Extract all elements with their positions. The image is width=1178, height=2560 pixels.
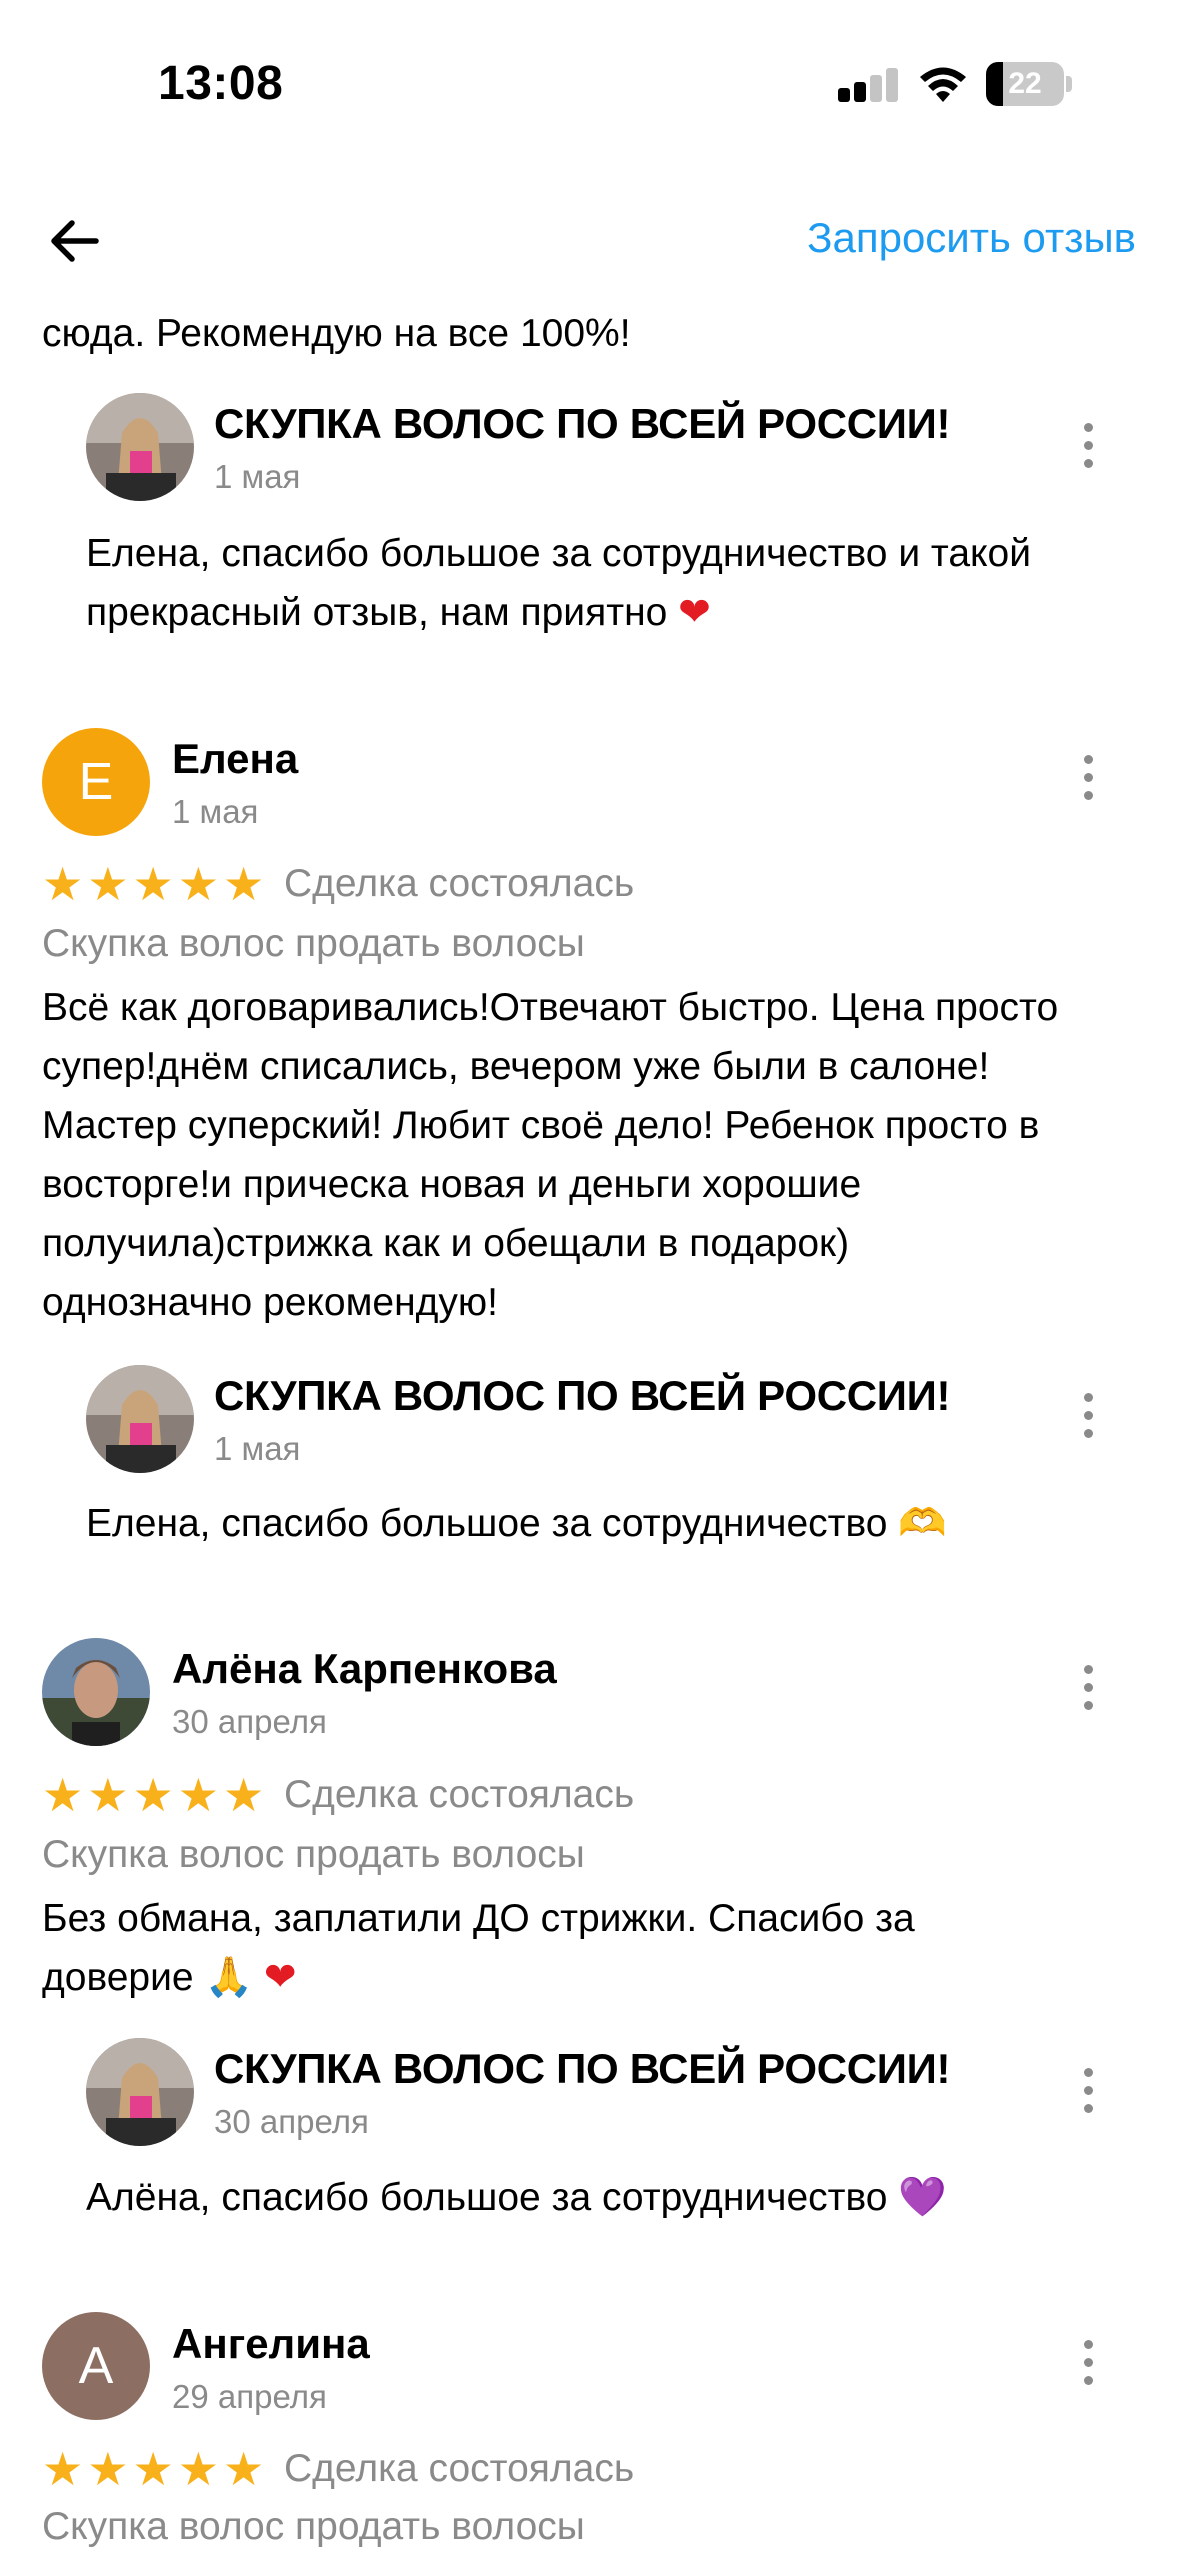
avatar: Е <box>42 728 150 836</box>
reply-more-icon[interactable] <box>1078 423 1098 473</box>
rating-stars: ★★★★★ <box>42 2443 265 2495</box>
service-name: Скупка волос продать волосы <box>42 2505 585 2548</box>
status-time: 13:08 <box>158 57 284 110</box>
request-review-button[interactable]: Запросить отзыв <box>807 214 1136 262</box>
review-more-icon[interactable] <box>1078 2340 1098 2390</box>
reply-date: 1 мая <box>214 458 301 495</box>
review-author: Алёна Карпенкова <box>172 1645 557 1692</box>
review-text-tail: сюда. Рекомендую на все 100%! <box>42 312 631 355</box>
reply-text: Елена, спасибо большое за сотрудничество… <box>86 1502 947 1545</box>
company-avatar <box>86 2038 194 2146</box>
purple-heart-emoji: 💜 <box>898 2176 947 2219</box>
reply-more-icon[interactable] <box>1078 1393 1098 1443</box>
deal-status: Сделка состоялась <box>284 862 635 905</box>
reply-text: Алёна, спасибо большое за сотрудничество… <box>86 2176 947 2219</box>
deal-status: Сделка состоялась <box>284 1773 635 1816</box>
service-name: Скупка волос продать волосы <box>42 922 585 965</box>
review-text: Без обмана, заплатили ДО стрижки. Спасиб… <box>42 1897 915 1999</box>
reply-date: 1 мая <box>214 1430 301 1467</box>
company-avatar <box>86 393 194 501</box>
review-date: 29 апреля <box>172 2378 327 2415</box>
rating-stars: ★★★★★ <box>42 858 265 910</box>
review-author: Ангелина <box>172 2320 370 2367</box>
battery-level: 22 <box>1008 67 1042 100</box>
review-author: Елена <box>172 735 299 782</box>
battery-icon: 22 <box>986 62 1072 106</box>
heart-hands-emoji: 🫶 <box>898 1502 947 1545</box>
wifi-icon <box>920 67 966 102</box>
rating-stars: ★★★★★ <box>42 1769 265 1821</box>
deal-status: Сделка состоялась <box>284 2447 635 2490</box>
cellular-signal-icon <box>838 68 898 102</box>
review-date: 30 апреля <box>172 1703 327 1740</box>
reply-text: Елена, спасибо большое за сотрудничество… <box>86 532 1032 634</box>
reply-author: СКУПКА ВОЛОС ПО ВСЕЙ РОССИИ! <box>214 1372 951 1419</box>
reply-more-icon[interactable] <box>1078 2068 1098 2118</box>
company-avatar <box>86 1365 194 1473</box>
reply-author: СКУПКА ВОЛОС ПО ВСЕЙ РОССИИ! <box>214 400 951 447</box>
avatar <box>42 1638 150 1746</box>
service-name: Скупка волос продать волосы <box>42 1833 585 1876</box>
heart-emoji: ❤ <box>678 591 711 634</box>
review-more-icon[interactable] <box>1078 755 1098 805</box>
review-text: Всё как договаривались!Отвечают быстро. … <box>42 986 1059 1324</box>
reply-author: СКУПКА ВОЛОС ПО ВСЕЙ РОССИИ! <box>214 2045 951 2092</box>
pray-heart-emoji: 🙏 ❤ <box>204 1956 297 1999</box>
back-arrow-icon[interactable] <box>44 210 106 272</box>
review-date: 1 мая <box>172 793 259 830</box>
avatar: А <box>42 2312 150 2420</box>
review-more-icon[interactable] <box>1078 1665 1098 1715</box>
reply-date: 30 апреля <box>214 2103 369 2140</box>
